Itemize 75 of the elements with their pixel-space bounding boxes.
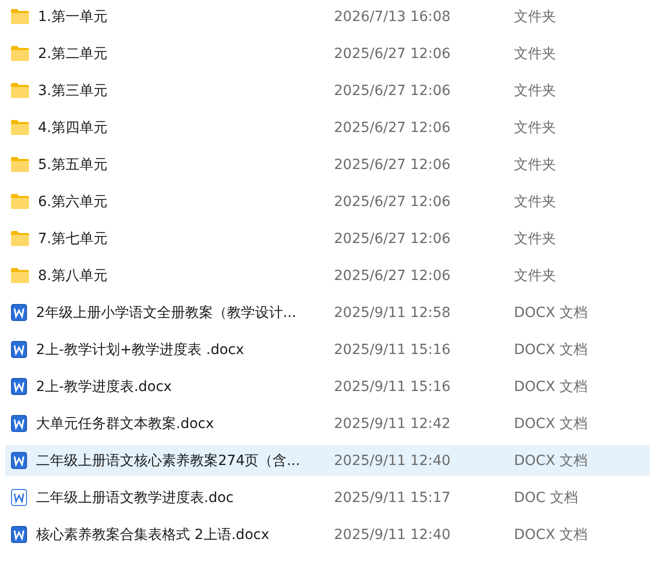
word-document-icon [11, 489, 27, 506]
file-type: 文件夹 [514, 266, 557, 284]
file-row[interactable]: 2上-教学计划+教学进度表 .docx 2025/9/11 15:16 DOCX 文档 [5, 334, 650, 365]
modified-date: 2025/6/27 12:06 [334, 82, 452, 98]
file-row[interactable]: 二年级上册语文教学进度表.doc 2025/9/11 15:17 DOC 文档 [5, 482, 650, 513]
file-row[interactable]: 2年级上册小学语文全册教案（教学设计... 2025/9/11 12:58 DOCX 文档 [5, 297, 650, 328]
word-document-icon [11, 378, 27, 395]
modified-date: 2025/6/27 12:06 [334, 230, 452, 246]
file-name: 6.第六单元 [38, 192, 108, 210]
folder-icon [11, 83, 29, 98]
file-row[interactable]: 8.第八单元 2025/6/27 12:06 文件夹 [5, 260, 650, 291]
file-type: DOCX 文档 [514, 452, 589, 470]
word-document-icon [11, 304, 27, 321]
folder-icon [11, 46, 29, 61]
file-type: DOC 文档 [514, 488, 580, 506]
file-row[interactable]: 7.第七单元 2025/6/27 12:06 文件夹 [5, 223, 650, 254]
modified-date: 2025/6/27 12:06 [334, 156, 452, 172]
file-type: DOCX 文档 [514, 340, 589, 358]
word-document-icon [11, 341, 27, 358]
modified-date: 2025/6/27 12:06 [334, 194, 452, 210]
file-name: 2上-教学进度表.docx [36, 378, 172, 396]
file-type: DOCX 文档 [514, 304, 589, 322]
file-name: 3.第三单元 [38, 82, 108, 100]
folder-icon [11, 120, 29, 135]
file-name: 7.第七单元 [38, 230, 108, 248]
modified-date: 2025/9/11 12:58 [334, 304, 452, 320]
file-row[interactable]: 2上-教学进度表.docx 2025/9/11 15:16 DOCX 文档 [5, 371, 650, 402]
modified-date: 2025/9/11 15:16 [334, 342, 452, 358]
modified-date: 2025/9/11 12:40 [334, 452, 452, 468]
modified-date: 2025/9/11 15:17 [334, 490, 452, 506]
file-row[interactable]: 1.第一单元 2026/7/13 16:08 文件夹 [5, 1, 650, 32]
file-row[interactable]: 核心素养教案合集表格式 2上语.docx 2025/9/11 12:40 DOCX 文档 [5, 519, 650, 550]
modified-date: 2025/6/27 12:06 [334, 268, 452, 284]
folder-icon [11, 194, 29, 209]
file-name: 2.第二单元 [38, 44, 108, 62]
modified-date: 2025/6/27 12:06 [334, 120, 452, 136]
modified-date: 2026/7/13 16:08 [334, 8, 452, 24]
folder-icon [11, 268, 29, 283]
file-row[interactable]: 2.第二单元 2025/6/27 12:06 文件夹 [5, 38, 650, 69]
file-type: DOCX 文档 [514, 526, 589, 544]
file-name: 大单元任务群文本教案.docx [36, 414, 214, 432]
file-type: DOCX 文档 [514, 378, 589, 396]
file-name: 5.第五单元 [38, 156, 108, 174]
file-type: DOCX 文档 [514, 414, 589, 432]
modified-date: 2025/9/11 15:16 [334, 378, 452, 394]
file-name: 2上-教学计划+教学进度表 .docx [36, 340, 244, 358]
word-document-icon [11, 415, 27, 432]
file-row[interactable]: 二年级上册语文核心素养教案274页（含... 2025/9/11 12:40 DOCX 文档 [5, 445, 650, 476]
file-row[interactable]: 4.第四单元 2025/6/27 12:06 文件夹 [5, 112, 650, 143]
file-row[interactable]: 5.第五单元 2025/6/27 12:06 文件夹 [5, 149, 650, 180]
file-type: 文件夹 [514, 82, 557, 100]
word-document-icon [11, 526, 27, 543]
folder-icon [11, 231, 29, 246]
folder-icon [11, 157, 29, 172]
file-name: 8.第八单元 [38, 266, 108, 284]
file-type: 文件夹 [514, 44, 557, 62]
file-name: 2年级上册小学语文全册教案（教学设计... [36, 304, 296, 322]
file-name: 二年级上册语文教学进度表.doc [36, 488, 234, 506]
file-type: 文件夹 [514, 118, 557, 136]
modified-date: 2025/9/11 12:42 [334, 416, 452, 432]
file-name: 二年级上册语文核心素养教案274页（含... [36, 452, 300, 470]
modified-date: 2025/6/27 12:06 [334, 46, 452, 62]
modified-date: 2025/9/11 12:40 [334, 526, 452, 542]
file-row[interactable]: 3.第三单元 2025/6/27 12:06 文件夹 [5, 75, 650, 106]
file-name: 核心素养教案合集表格式 2上语.docx [36, 526, 270, 544]
word-document-icon [11, 452, 27, 469]
file-type: 文件夹 [514, 230, 557, 248]
file-row[interactable]: 大单元任务群文本教案.docx 2025/9/11 12:42 DOCX 文档 [5, 408, 650, 439]
folder-icon [11, 9, 29, 24]
file-row[interactable]: 6.第六单元 2025/6/27 12:06 文件夹 [5, 186, 650, 217]
file-name: 1.第一单元 [38, 8, 108, 26]
file-type: 文件夹 [514, 192, 557, 210]
file-name: 4.第四单元 [38, 118, 108, 136]
file-type: 文件夹 [514, 156, 557, 174]
file-type: 文件夹 [514, 8, 557, 26]
